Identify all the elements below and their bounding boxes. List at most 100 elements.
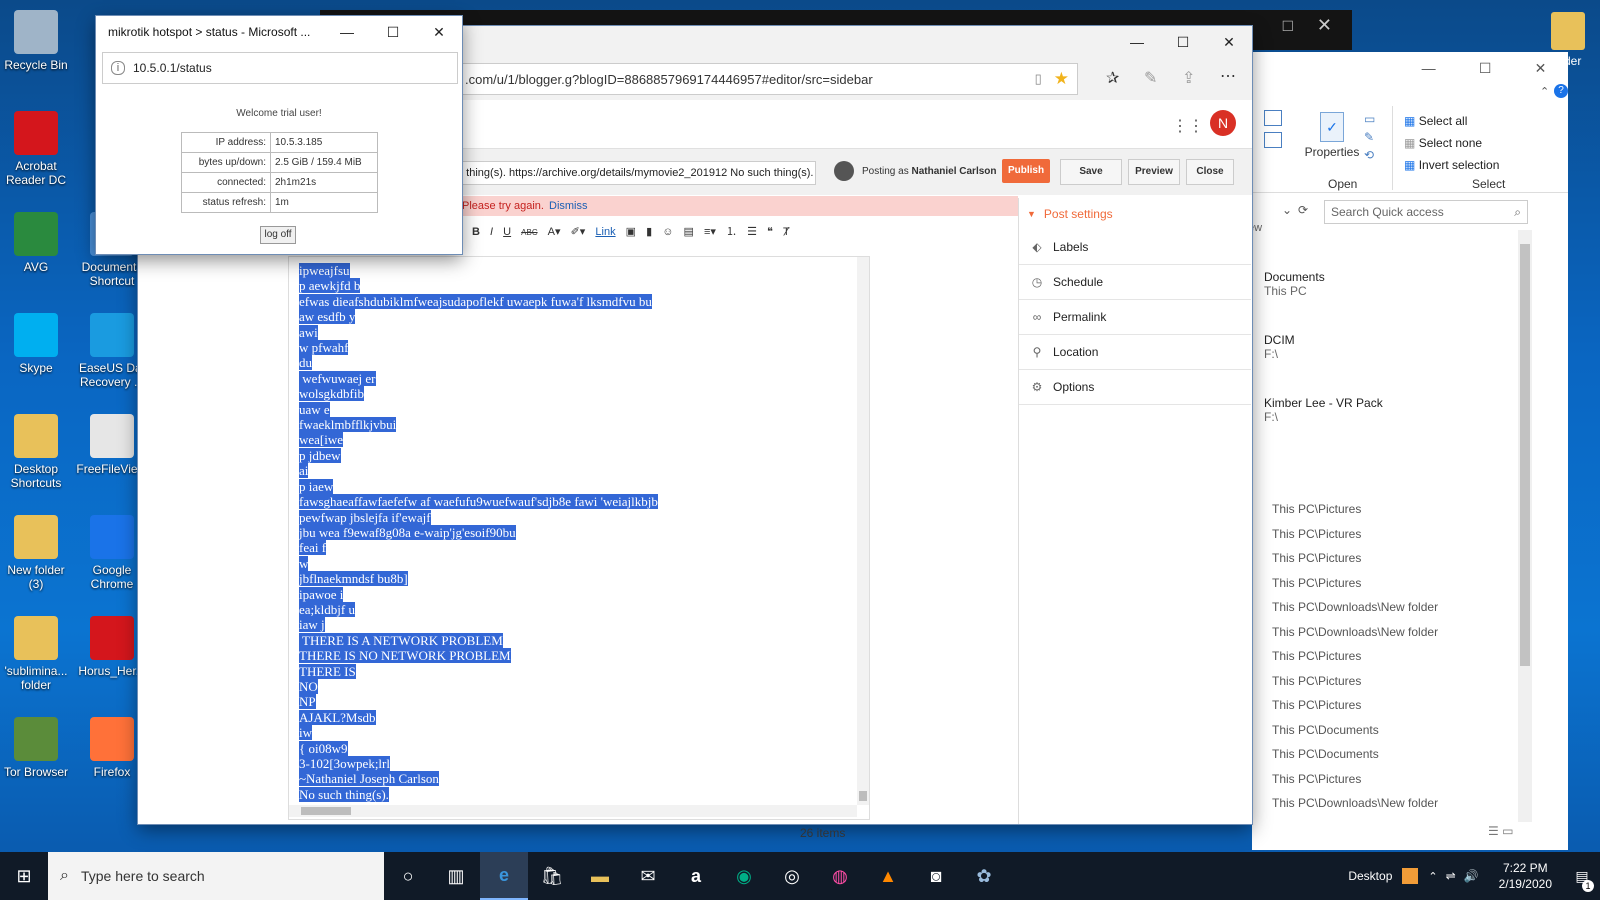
store-icon[interactable]: 🛍	[528, 852, 576, 900]
align-icon[interactable]: ≡▾	[704, 220, 716, 244]
italic-button[interactable]: I	[490, 220, 493, 244]
post-title-input[interactable]: n thing(s). https://archive.org/details/…	[456, 161, 816, 185]
action-center-button[interactable]: ▤ 1	[1564, 852, 1600, 900]
invert-selection-button[interactable]: ▦ Invert selection	[1404, 154, 1499, 176]
chevron-down-icon[interactable]: ⌄	[1282, 203, 1292, 217]
bullet-list-icon[interactable]: ☰	[747, 220, 757, 244]
select-all-button[interactable]: ▦ Select all	[1404, 110, 1499, 132]
clock[interactable]: 7:22 PM 2/19/2020	[1499, 860, 1552, 892]
desktop-icon[interactable]: New folder (3)	[0, 515, 72, 591]
folder-item[interactable]: Kimber Lee - VR Pack F:\	[1264, 396, 1514, 459]
recent-path[interactable]: This PC\Documents	[1272, 723, 1522, 748]
jump-break-icon[interactable]: ▤	[684, 220, 694, 244]
volume-icon[interactable]: 🔊	[1464, 869, 1479, 883]
highlight-icon[interactable]: ✐▾	[571, 220, 586, 244]
scrollbar[interactable]	[1518, 230, 1532, 822]
dismiss-link[interactable]: Dismiss	[549, 200, 588, 212]
editor-scrollbar-thumb[interactable]	[859, 791, 867, 801]
recent-path[interactable]: This PC\Pictures	[1272, 772, 1522, 797]
desktop-icon[interactable]: 'sublimina... folder	[0, 616, 72, 692]
clear-format-icon[interactable]: Ⱦ	[783, 220, 790, 244]
camera-app-icon[interactable]: ◍	[816, 852, 864, 900]
recent-path[interactable]: This PC\Pictures	[1272, 576, 1522, 601]
select-none-button[interactable]: ▦ Select none	[1404, 132, 1499, 154]
post-setting-permalink[interactable]: ∞ Permalink	[1019, 300, 1251, 335]
pen-icon[interactable]: ✎	[1144, 68, 1157, 88]
recent-path[interactable]: This PC\Pictures	[1272, 527, 1522, 552]
view-toggle-icons[interactable]: ☰ ▭	[1488, 824, 1513, 838]
popup-address-bar[interactable]: i 10.5.0.1/status	[102, 52, 458, 84]
editor-hscrollbar-thumb[interactable]	[301, 807, 351, 815]
recent-path[interactable]: This PC\Pictures	[1272, 649, 1522, 674]
close-icon[interactable]: ✕	[1206, 26, 1252, 58]
taskbar-search[interactable]: ⌕ Type here to search	[48, 852, 384, 900]
minimize-icon[interactable]: —	[324, 16, 370, 48]
post-editor-body[interactable]: ipweajfsu p aewkjfd b efwas dieafshdubiklm…	[288, 256, 870, 820]
account-avatar[interactable]: N	[1210, 110, 1236, 136]
maximize-icon[interactable]: ☐	[1281, 18, 1294, 35]
post-settings-header[interactable]: ▼ Post settings	[1019, 198, 1251, 230]
recent-path[interactable]: This PC\Pictures	[1272, 551, 1522, 576]
desktop-toolbar[interactable]: Desktop	[1348, 869, 1392, 883]
editor-hscrollbar[interactable]	[289, 805, 857, 817]
favorites-icon[interactable]: ✰	[1106, 68, 1119, 88]
recent-path[interactable]: This PC\Pictures	[1272, 502, 1522, 527]
text-color-icon[interactable]: A▾	[548, 220, 561, 244]
task-view-icon[interactable]: ▥	[432, 852, 480, 900]
media-player-icon[interactable]: ◎	[768, 852, 816, 900]
tripadvisor-icon[interactable]: ◉	[720, 852, 768, 900]
help-icon[interactable]: ?	[1554, 84, 1568, 98]
properties-button[interactable]: ✓ Properties	[1302, 112, 1362, 159]
underline-button[interactable]: U	[503, 220, 511, 244]
recent-path[interactable]: This PC\Pictures	[1272, 674, 1522, 699]
save-button[interactable]: Save	[1060, 159, 1122, 185]
close-button[interactable]: Close	[1186, 159, 1234, 185]
desktop-icon[interactable]: Acrobat Reader DC	[0, 111, 72, 187]
network-icon[interactable]: ⇌	[1446, 869, 1456, 883]
post-setting-labels[interactable]: ⬖ Labels	[1019, 230, 1251, 265]
maximize-icon[interactable]: ☐	[370, 16, 416, 48]
address-bar[interactable]: .com/u/1/blogger.g?blogID=88688579691744…	[460, 63, 1078, 95]
post-setting-location[interactable]: ⚲ Location	[1019, 335, 1251, 370]
folder-item[interactable]: DCIM F:\	[1264, 333, 1514, 396]
folder-item[interactable]: Documents This PC	[1264, 270, 1514, 333]
numbered-list-icon[interactable]: ⒈	[726, 220, 737, 244]
amazon-icon[interactable]: a	[672, 852, 720, 900]
more-icon[interactable]: ⋯	[1220, 66, 1236, 86]
recent-path[interactable]: This PC\Pictures	[1272, 698, 1522, 723]
close-icon[interactable]: ✕	[1535, 60, 1547, 77]
desktop-icon[interactable]: Skype	[0, 313, 72, 375]
desktop-icon[interactable]: Desktop Shortcuts	[0, 414, 72, 490]
recent-path[interactable]: This PC\Downloads\New folder	[1272, 796, 1522, 821]
edge-taskbar-icon[interactable]: e	[480, 852, 528, 900]
warning-tray-icon[interactable]	[1402, 868, 1419, 884]
bold-button[interactable]: B	[472, 220, 480, 244]
reading-view-icon[interactable]: ▯	[1035, 71, 1042, 87]
link-button[interactable]: Link	[595, 220, 615, 244]
editor-scrollbar[interactable]	[857, 257, 869, 805]
emoji-icon[interactable]: ☺	[662, 220, 673, 244]
minimize-icon[interactable]: —	[1422, 60, 1436, 76]
ribbon-collapse-icon[interactable]: ⌃	[1540, 85, 1549, 98]
maximize-icon[interactable]: ☐	[1479, 60, 1492, 77]
favorite-star-icon[interactable]: ★	[1054, 69, 1069, 89]
post-setting-options[interactable]: ⚙ Options	[1019, 370, 1251, 405]
recent-path[interactable]: This PC\Documents	[1272, 747, 1522, 772]
search-input[interactable]: Search Quick access ⌕	[1324, 200, 1528, 224]
scrollbar-thumb[interactable]	[1520, 244, 1530, 666]
desktop-icon[interactable]: Recycle Bin	[0, 10, 72, 72]
copy-path-icon[interactable]	[1264, 110, 1288, 150]
post-setting-schedule[interactable]: ◷ Schedule	[1019, 265, 1251, 300]
vlc-icon[interactable]: ▲	[864, 852, 912, 900]
paint-icon[interactable]: ✿	[960, 852, 1008, 900]
log-off-button[interactable]: log off	[260, 226, 296, 244]
minimize-icon[interactable]: —	[1114, 26, 1160, 58]
start-button[interactable]: ⊞	[0, 852, 48, 900]
quote-icon[interactable]: ❝	[767, 220, 773, 244]
cortana-icon[interactable]: ○	[384, 852, 432, 900]
recent-path[interactable]: This PC\Downloads\New folder	[1272, 600, 1522, 625]
maximize-icon[interactable]: ☐	[1160, 26, 1206, 58]
open-icons[interactable]: ▭ ✎ ⟲	[1364, 110, 1384, 166]
close-icon[interactable]: ✕	[416, 16, 462, 48]
desktop-icon[interactable]: Tor Browser	[0, 717, 72, 779]
